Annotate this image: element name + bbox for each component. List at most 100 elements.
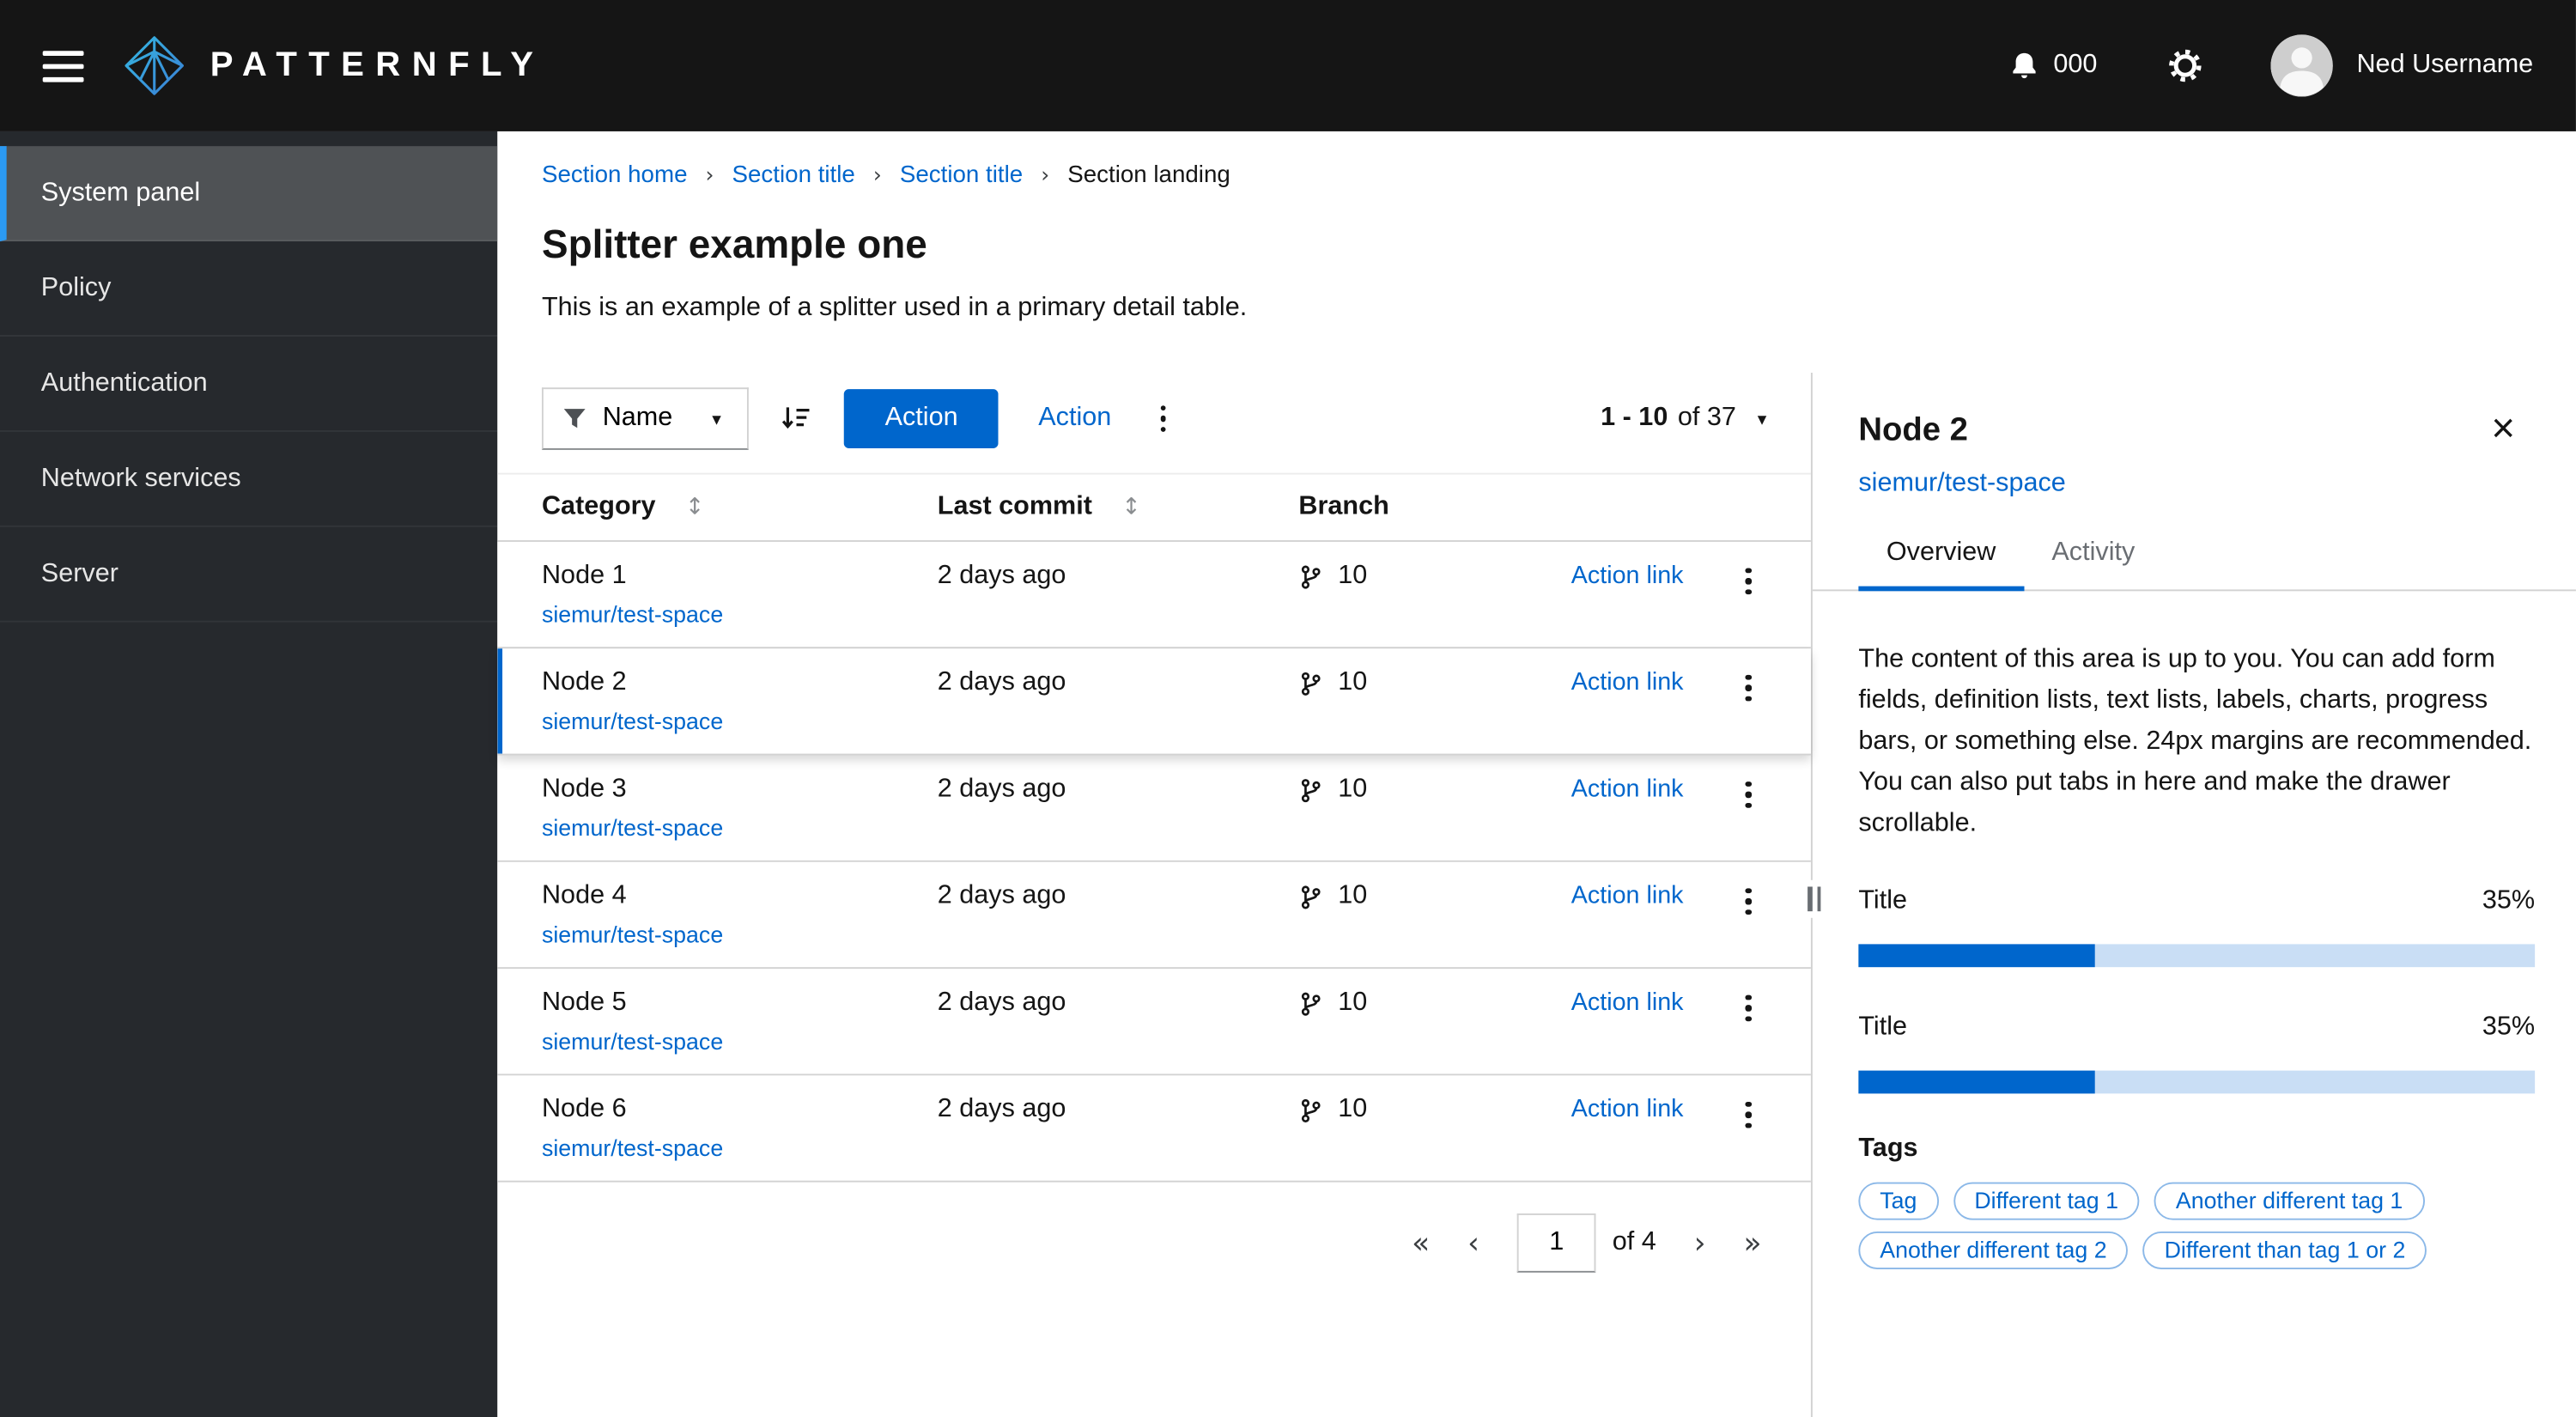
row-kebab-button[interactable]	[1736, 879, 1761, 925]
table-row[interactable]: Node 6 siemur/test-space 2 days ago 10 A…	[497, 1075, 1811, 1183]
page-number-input[interactable]	[1516, 1213, 1596, 1273]
toolbar-kebab-button[interactable]	[1151, 396, 1176, 442]
pagination-dropdown[interactable]: 1 - 10 of 37 ▾	[1601, 404, 1766, 433]
node-space-link[interactable]: siemur/test-space	[542, 812, 723, 842]
row-action-link[interactable]: Action link	[1571, 987, 1722, 1019]
sidebar-item-network-services[interactable]: Network services	[0, 432, 498, 527]
sidebar-item-policy[interactable]: Policy	[0, 241, 498, 337]
footer-pagination: « ‹ of 4 › »	[497, 1183, 1811, 1304]
username[interactable]: Ned Username	[2356, 51, 2533, 80]
tab-activity[interactable]: Activity	[2024, 538, 2163, 589]
category-cell: Node 6 siemur/test-space	[542, 1093, 938, 1164]
column-header-last-commit[interactable]: Last commit ↕	[938, 493, 1299, 522]
sort-both-icon: ↕	[684, 494, 705, 521]
table-row[interactable]: Node 5 siemur/test-space 2 days ago 10 A…	[497, 969, 1811, 1076]
table-row[interactable]: Node 1 siemur/test-space 2 days ago 10 A…	[497, 541, 1811, 649]
row-action-link[interactable]: Action link	[1571, 666, 1722, 699]
row-action-link[interactable]: Action link	[1571, 774, 1722, 806]
last-commit-cell: 2 days ago	[937, 1095, 1066, 1123]
sidebar-item-system-panel[interactable]: System panel	[0, 146, 498, 242]
progress-value: 35%	[2482, 886, 2536, 915]
sidebar-item-server[interactable]: Server	[0, 527, 498, 623]
row-action-link[interactable]: Action link	[1571, 560, 1722, 593]
filter-icon	[563, 409, 586, 429]
content-split: Name ▾ Action Action 1 - 10 of 37 ▾ Cate…	[497, 373, 2576, 1417]
progress-label: Title	[1858, 886, 1908, 915]
branch-count: 10	[1338, 775, 1368, 803]
row-kebab-button[interactable]	[1736, 558, 1761, 605]
node-space-link[interactable]: siemur/test-space	[542, 1133, 723, 1162]
breadcrumb-link[interactable]: Section title	[732, 162, 855, 189]
row-kebab-button[interactable]	[1736, 772, 1761, 818]
breadcrumb-link[interactable]: Section title	[900, 162, 1023, 189]
bell-icon	[2012, 52, 2036, 79]
sort-button[interactable]	[778, 399, 814, 439]
sidebar-item-label: System panel	[40, 178, 201, 206]
drawer-tabs: Overview Activity	[1812, 538, 2576, 592]
drawer-space-link[interactable]: siemur/test-space	[1858, 470, 2065, 499]
row-kebab-button[interactable]	[1736, 1092, 1761, 1138]
node-name: Node 1	[541, 561, 627, 590]
table-row[interactable]: Node 3 siemur/test-space 2 days ago 10 A…	[497, 755, 1811, 862]
page-header: Section home › Section title › Section t…	[497, 131, 2576, 373]
branch-cell: 10	[1298, 1093, 1571, 1126]
chevron-right-icon: ›	[1041, 163, 1050, 188]
app-viewport: PATTERNFLY 000 Ned Username System panel…	[0, 0, 2576, 1417]
splitter-grip[interactable]	[1804, 879, 1825, 918]
tag-label[interactable]: Different than tag 1 or 2	[2142, 1232, 2427, 1269]
breadcrumb-current: Section landing	[1067, 162, 1230, 189]
branch-cell: 10	[1298, 987, 1571, 1019]
branch-cell: 10	[1298, 774, 1571, 806]
primary-action-button[interactable]: Action	[843, 389, 999, 448]
chevron-right-icon: ›	[872, 163, 882, 188]
sidebar-nav: System panel Policy Authentication Netwo…	[0, 131, 498, 1417]
breadcrumb-link[interactable]: Section home	[542, 162, 688, 189]
pagination-prev-button[interactable]: ‹	[1467, 1225, 1479, 1260]
node-space-link[interactable]: siemur/test-space	[542, 599, 723, 629]
node-space-link[interactable]: siemur/test-space	[542, 706, 723, 735]
tag-label[interactable]: Another different tag 2	[1858, 1232, 2129, 1269]
pagination-last-button[interactable]: »	[1744, 1225, 1762, 1260]
tag-label[interactable]: Different tag 1	[1953, 1182, 2140, 1220]
node-name: Node 3	[541, 775, 627, 803]
sidebar-item-label: Network services	[40, 464, 241, 492]
table-row[interactable]: Node 4 siemur/test-space 2 days ago 10 A…	[497, 861, 1811, 970]
node-name: Node 5	[541, 988, 627, 1017]
settings-button[interactable]	[2169, 49, 2202, 82]
branch-count: 10	[1338, 881, 1368, 910]
row-kebab-button[interactable]	[1736, 985, 1761, 1031]
pagination-first-button[interactable]: «	[1412, 1225, 1430, 1260]
notification-count: 000	[2053, 51, 2098, 79]
code-branch-icon	[1301, 671, 1321, 695]
column-label: Branch	[1298, 492, 1389, 521]
progress-track	[1858, 1070, 2536, 1094]
avatar[interactable]	[2271, 34, 2334, 97]
link-action-button[interactable]: Action	[1029, 404, 1121, 433]
nav-toggle-button[interactable]	[42, 50, 84, 82]
pagination-next-button[interactable]: ›	[1694, 1225, 1706, 1260]
tag-label[interactable]: Tag	[1858, 1182, 1939, 1220]
code-branch-icon	[1301, 564, 1321, 588]
row-kebab-button[interactable]	[1736, 665, 1761, 711]
progress-block: Title 35%	[1858, 886, 2536, 968]
page-description: This is an example of a splitter used in…	[541, 294, 1248, 322]
main-content: Section home › Section title › Section t…	[497, 131, 2576, 1417]
node-space-link[interactable]: siemur/test-space	[542, 920, 723, 949]
code-branch-icon	[1301, 1098, 1321, 1122]
tab-overview[interactable]: Overview	[1858, 538, 2024, 592]
tag-label[interactable]: Another different tag 1	[2154, 1182, 2425, 1220]
column-header-category[interactable]: Category ↕	[542, 493, 938, 522]
close-icon[interactable]: ×	[2491, 408, 2515, 449]
table-row-selected[interactable]: Node 2 siemur/test-space 2 days ago 10 A…	[497, 648, 1811, 756]
sidebar-item-authentication[interactable]: Authentication	[0, 337, 498, 432]
category-cell: Node 2 siemur/test-space	[542, 666, 938, 737]
masthead: PATTERNFLY 000 Ned Username	[0, 0, 2576, 131]
category-cell: Node 3 siemur/test-space	[542, 774, 938, 844]
row-action-link[interactable]: Action link	[1571, 880, 1722, 913]
chevron-right-icon: ›	[705, 163, 714, 188]
filter-dropdown[interactable]: Name ▾	[541, 387, 749, 450]
row-action-link[interactable]: Action link	[1571, 1093, 1722, 1126]
progress-track	[1858, 944, 2536, 968]
node-space-link[interactable]: siemur/test-space	[542, 1026, 723, 1055]
notifications-button[interactable]: 000	[2009, 51, 2098, 80]
